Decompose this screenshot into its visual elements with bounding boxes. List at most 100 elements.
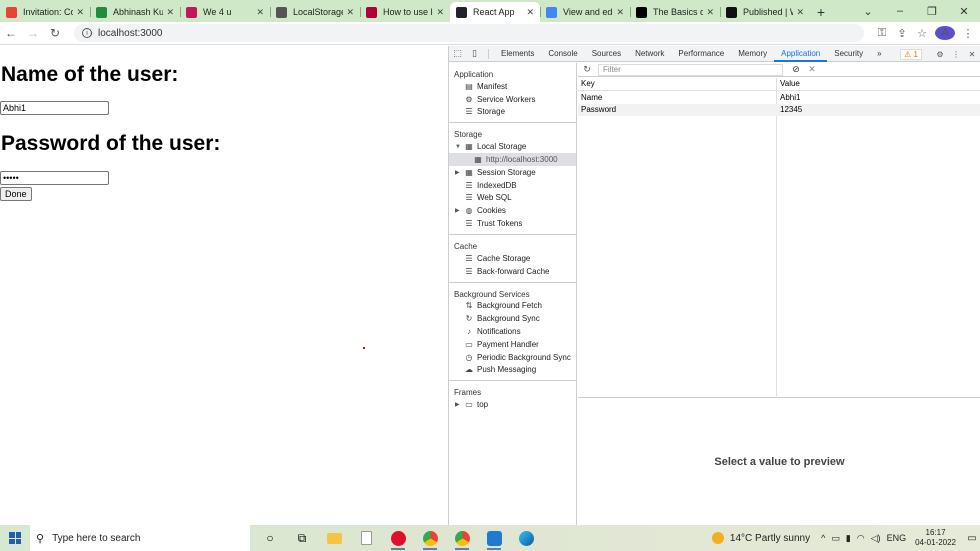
collapsed-triangle-icon[interactable]: ▶ — [455, 169, 463, 176]
star-icon[interactable]: ☆ — [912, 27, 932, 40]
close-tab-icon[interactable]: ✕ — [526, 7, 534, 18]
sidebar-item-payment-handler[interactable]: ▭ Payment Handler — [449, 338, 576, 351]
battery-icon[interactable]: ▮ — [846, 533, 851, 544]
devtools-tab-performance[interactable]: Performance — [671, 46, 731, 62]
close-tab-icon[interactable]: ✕ — [706, 7, 714, 18]
chevron-up-icon[interactable]: ^ — [821, 533, 825, 543]
devtools-tab-memory[interactable]: Memory — [731, 46, 774, 62]
sidebar-item-notifications[interactable]: ♪ Notifications — [449, 325, 576, 338]
sidebar-item-back-forward-cache[interactable]: ☰ Back-forward Cache — [449, 265, 576, 278]
devtools-tab-sources[interactable]: Sources — [585, 46, 628, 62]
password-input[interactable] — [0, 171, 109, 185]
wifi-icon[interactable]: ◠ — [857, 533, 865, 544]
browser-tab[interactable]: We 4 u ✕ — [180, 2, 270, 22]
inspect-icon[interactable]: ⬚ — [449, 48, 466, 59]
browser-tab[interactable]: How to use lo ✕ — [360, 2, 450, 22]
close-tab-icon[interactable]: ✕ — [76, 7, 84, 18]
chevron-down-icon[interactable]: ⌄ — [852, 0, 884, 22]
delete-selected-icon[interactable]: ✕ — [805, 64, 819, 75]
clear-all-icon[interactable]: ⊘ — [789, 64, 803, 75]
cortana-icon[interactable]: ○ — [254, 525, 286, 551]
sidebar-item-cookies[interactable]: ▶ ◍ Cookies — [449, 204, 576, 217]
sidebar-item-trust-tokens[interactable]: ☰ Trust Tokens — [449, 217, 576, 230]
vscode-icon[interactable] — [478, 525, 510, 551]
sidebar-item-local-storage[interactable]: ▼ ▦ Local Storage — [449, 140, 576, 153]
collapsed-triangle-icon[interactable]: ▶ — [455, 401, 463, 408]
new-tab-button[interactable]: + — [810, 2, 832, 22]
task-view-icon[interactable]: ⧉ — [286, 525, 318, 551]
refresh-icon[interactable]: ↻ — [578, 64, 596, 75]
menu-dots-icon[interactable]: ⋮ — [958, 27, 978, 40]
info-icon[interactable]: i — [82, 28, 92, 38]
share-icon[interactable]: ⇪ — [892, 27, 912, 40]
sidebar-item-manifest[interactable]: ▤ Manifest — [449, 80, 576, 93]
minimize-icon[interactable]: – — [884, 0, 916, 22]
table-row[interactable]: Password 12345 — [578, 103, 980, 117]
profile-avatar[interactable]: A — [935, 26, 955, 40]
devtools-tab-application[interactable]: Application — [774, 46, 828, 62]
collapsed-triangle-icon[interactable]: ▶ — [455, 207, 463, 214]
volume-icon[interactable]: ◁) — [871, 533, 881, 544]
sidebar-item-storage[interactable]: ☰ Storage — [449, 106, 576, 119]
sidebar-item-indexeddb[interactable]: ☰ IndexedDB — [449, 179, 576, 192]
opera-icon[interactable] — [382, 525, 414, 551]
back-arrow-icon[interactable]: ← — [0, 26, 22, 40]
expanded-triangle-icon[interactable]: ▼ — [455, 144, 463, 150]
language-indicator[interactable]: ENG — [887, 533, 907, 543]
reload-icon[interactable]: ↻ — [44, 26, 66, 40]
close-tab-icon[interactable]: ✕ — [616, 7, 624, 18]
close-tab-icon[interactable]: ✕ — [256, 7, 264, 18]
menu-dots-icon[interactable]: ⋮ — [948, 50, 964, 59]
filter-input[interactable]: Filter — [598, 63, 783, 76]
device-toggle-icon[interactable]: ▯ — [466, 48, 483, 59]
done-button[interactable]: Done — [0, 187, 32, 201]
start-button[interactable] — [0, 532, 30, 544]
close-tab-icon[interactable]: ✕ — [796, 7, 804, 18]
sidebar-item-session-storage[interactable]: ▶ ▦ Session Storage — [449, 166, 576, 179]
column-header-key[interactable]: Key — [578, 79, 777, 88]
chrome-icon[interactable] — [414, 525, 446, 551]
sidebar-item-push-messaging[interactable]: ☁ Push Messaging — [449, 364, 576, 377]
close-tab-icon[interactable]: ✕ — [346, 7, 354, 18]
sidebar-item-background-sync[interactable]: ↻ Background Sync — [449, 312, 576, 325]
devtools-tab-elements[interactable]: Elements — [494, 46, 541, 62]
sidebar-item-localhost-origin[interactable]: ▦ http://localhost:3000 — [449, 153, 576, 166]
close-icon[interactable]: ✕ — [964, 50, 980, 59]
sidebar-item-cache-storage[interactable]: ☰ Cache Storage — [449, 252, 576, 265]
browser-tab[interactable]: Published | W ✕ — [720, 2, 810, 22]
name-input[interactable] — [0, 101, 109, 115]
close-tab-icon[interactable]: ✕ — [166, 7, 174, 18]
table-row[interactable]: Name Abhi1 — [578, 91, 980, 104]
notepad-icon[interactable] — [350, 525, 382, 551]
chrome-profile-icon[interactable] — [446, 525, 478, 551]
edge-icon[interactable] — [510, 525, 542, 551]
sidebar-item-service-workers[interactable]: ⚙ Service Workers — [449, 93, 576, 106]
sidebar-item-web-sql[interactable]: ☰ Web SQL — [449, 192, 576, 205]
browser-tab[interactable]: View and edit ✕ — [540, 2, 630, 22]
browser-tab[interactable]: LocalStorage i✕ — [270, 2, 360, 22]
maximize-icon[interactable]: ❐ — [916, 0, 948, 22]
forward-arrow-icon[interactable]: → — [22, 26, 44, 40]
notifications-icon[interactable]: ▭ — [964, 533, 980, 544]
browser-tab[interactable]: Invitation: Co ✕ — [0, 2, 90, 22]
column-header-value[interactable]: Value — [777, 79, 800, 88]
gear-icon[interactable]: ⚙ — [932, 50, 948, 59]
devtools-tab-security[interactable]: Security — [827, 46, 870, 62]
devtools-tab-console[interactable]: Console — [541, 46, 584, 62]
file-explorer-icon[interactable] — [318, 525, 350, 551]
warning-badge[interactable]: ⚠ 1 — [900, 48, 922, 60]
devtools-tab-network[interactable]: Network — [628, 46, 671, 62]
browser-tab[interactable]: Abhinash Kum✕ — [90, 2, 180, 22]
key-icon[interactable]: ⚿ — [872, 27, 892, 40]
sidebar-item-periodic-background-sync[interactable]: ◷ Periodic Background Sync — [449, 351, 576, 364]
browser-tab[interactable]: The Basics of ✕ — [630, 2, 720, 22]
more-tabs-button[interactable]: » — [870, 46, 888, 62]
weather-widget[interactable]: 14°C Partly sunny — [711, 532, 810, 544]
browser-tab[interactable]: React App ✕ — [450, 2, 540, 22]
sidebar-item-background-fetch[interactable]: ⇅ Background Fetch — [449, 300, 576, 313]
taskbar-search[interactable]: ⚲ Type here to search — [30, 525, 250, 551]
address-bar[interactable]: i localhost:3000 — [74, 24, 864, 42]
network-icon[interactable]: ▭ — [831, 533, 840, 544]
sidebar-item-frame-top[interactable]: ▶ ▭ top — [449, 398, 576, 411]
clock[interactable]: 16:17 04-01-2022 — [915, 528, 956, 548]
